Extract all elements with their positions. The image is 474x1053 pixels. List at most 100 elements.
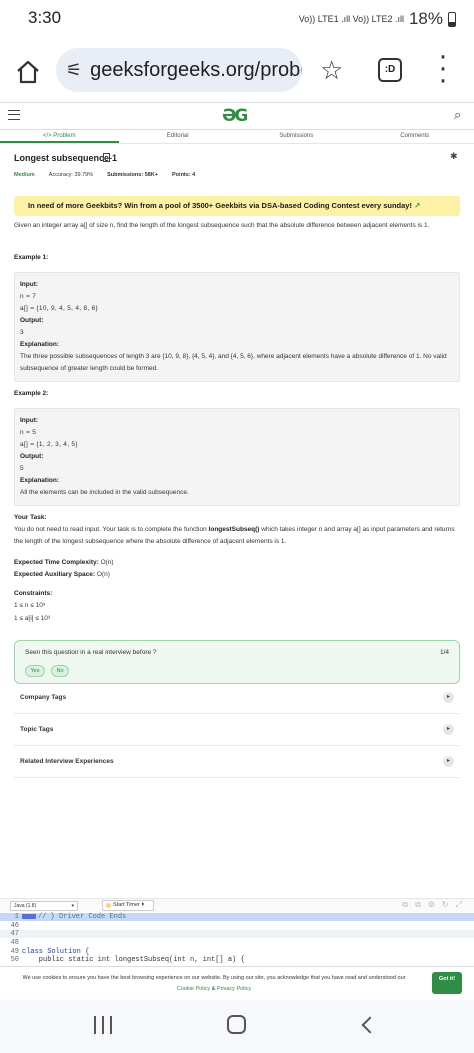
- fold-marker-icon[interactable]: [22, 913, 36, 919]
- example1-array: a[] = {10, 9, 4, 5, 4, 8, 6}: [20, 305, 98, 312]
- problem-description: Given an integer array a[] of size n, fi…: [14, 222, 430, 229]
- points-stat: Points: 4: [172, 172, 196, 178]
- status-indicators: Vo)) LTE1 .ıll Vo)) LTE2 .ıll 18%: [299, 9, 456, 29]
- example2-output-label: Output:: [20, 453, 44, 460]
- task-title: Your Task:: [14, 514, 47, 521]
- interview-question-text: Seen this question in a real interview b…: [25, 649, 157, 656]
- editor-toolbar: Java (1.8) ▾ Start Timer ⏵ ⧉ ⧉ ⚙ ↻ ⤢: [0, 898, 474, 912]
- site-settings-icon[interactable]: ⚟: [66, 60, 82, 81]
- code-line: 1 // } Driver Code Ends: [0, 913, 474, 921]
- banner-text: In need of more Geekbits? Win from a poo…: [28, 201, 412, 210]
- example2-explanation: All the elements can be included in the …: [20, 489, 189, 496]
- editor-tools: ⧉ ⧉ ⚙ ↻ ⤢: [402, 900, 462, 910]
- problem-tabs: </> Problem Editorial Submissions Commen…: [0, 130, 474, 144]
- example1-n: n = 7: [20, 293, 37, 300]
- example2-n: n = 5: [20, 429, 37, 436]
- home-nav-icon[interactable]: [227, 1015, 246, 1034]
- gfg-logo[interactable]: ƏG: [222, 106, 248, 126]
- problem-title: Longest subsequence-1: [14, 153, 118, 163]
- line-number: 50: [10, 956, 19, 964]
- status-time: 3:30: [28, 8, 62, 27]
- cookie-accept-button[interactable]: Got it!: [432, 972, 462, 994]
- example1-explanation: The three possible subsequences of lengt…: [20, 353, 447, 372]
- fullscreen-icon[interactable]: ⤢: [456, 900, 462, 910]
- code-line: 50 public static int longestSubseq(int n…: [0, 956, 474, 964]
- home-icon[interactable]: [14, 58, 42, 86]
- line-number: 47: [10, 930, 19, 938]
- status-bar: 3:30 Vo)) LTE1 .ıll Vo)) LTE2 .ıll 18%: [0, 0, 474, 38]
- example1-input-label: Input:: [20, 281, 39, 288]
- cookie-separator: &: [210, 986, 217, 992]
- space-complexity: Expected Auxiliary Space: O(n): [14, 569, 460, 581]
- example1-output: 3: [20, 329, 24, 336]
- example1-box: Input: n = 7 a[] = {10, 9, 4, 5, 4, 8, 6…: [14, 272, 460, 382]
- constraints-title: Constraints:: [14, 590, 53, 597]
- cookie-policy-link[interactable]: Cookie Policy: [177, 986, 210, 992]
- task-description: You do not need to read input. Your task…: [14, 524, 460, 548]
- no-button[interactable]: No: [51, 665, 69, 677]
- code-line: 48: [0, 939, 474, 947]
- cookie-banner: We use cookies to ensure you have the be…: [0, 966, 474, 1000]
- settings-icon[interactable]: ⚙: [428, 900, 435, 910]
- accordion-topic-tags[interactable]: Topic Tags ▸: [14, 716, 460, 746]
- code-line: 47: [0, 930, 474, 938]
- copy-icon[interactable]: ⧉: [402, 900, 408, 910]
- example2-explanation-label: Explanation:: [20, 477, 60, 484]
- chevron-down-icon: ▾: [71, 903, 74, 909]
- language-value: Java (1.8): [14, 903, 37, 909]
- interview-question-card: Seen this question in a real interview b…: [14, 640, 460, 684]
- yes-button[interactable]: Yes: [25, 665, 45, 677]
- code-text: public static int longestSubseq(int n, i…: [22, 956, 245, 964]
- hamburger-menu-icon[interactable]: [8, 110, 20, 120]
- external-link-icon: ↗: [414, 201, 421, 210]
- system-nav-bar: [0, 1000, 474, 1053]
- timer-icon: [106, 903, 111, 908]
- tab-switcher-button[interactable]: :D: [378, 58, 402, 82]
- search-icon[interactable]: ⌕: [454, 108, 461, 123]
- paste-icon[interactable]: ⧉: [415, 900, 421, 910]
- recent-apps-icon[interactable]: [94, 1016, 112, 1034]
- play-icon: ⏵: [141, 902, 145, 908]
- reset-icon[interactable]: ↻: [442, 900, 449, 910]
- interview-question-counter: 1/4: [439, 649, 449, 656]
- example2-input-label: Input:: [20, 417, 39, 424]
- code-editor[interactable]: 1 // } Driver Code Ends 46 47 48 49 class …: [0, 913, 474, 973]
- line-number: 48: [10, 939, 19, 947]
- example1-output-label: Output:: [20, 317, 44, 324]
- example2-array: a[] = {1, 2, 3, 4, 5}: [20, 441, 78, 448]
- battery-level: 18%: [408, 9, 443, 28]
- accuracy-stat: Accuracy: 39.79%: [48, 172, 94, 178]
- example2-box: Input: n = 5 a[] = {1, 2, 3, 4, 5} Outpu…: [14, 408, 460, 506]
- space-complexity-label: Expected Auxiliary Space:: [14, 571, 96, 578]
- code-text: class Solution {: [22, 948, 90, 956]
- bug-report-icon[interactable]: ✱: [450, 152, 458, 162]
- network-indicator: Vo)) LTE1 .ıll Vo)) LTE2 .ıll: [298, 14, 404, 24]
- accordion-label: Topic Tags: [20, 726, 54, 733]
- line-number: 1: [14, 913, 19, 921]
- start-timer-button[interactable]: Start Timer ⏵: [102, 900, 154, 911]
- tab-comments[interactable]: Comments: [356, 130, 474, 143]
- tab-problem[interactable]: </> Problem: [0, 130, 119, 143]
- timer-label: Start Timer: [113, 902, 140, 908]
- address-bar[interactable]: ⚟ geeksforgeeks.org/probl: [56, 48, 302, 92]
- privacy-policy-link[interactable]: Privacy Policy: [217, 986, 251, 992]
- difficulty-badge: Medium: [14, 172, 35, 178]
- code-text: // } Driver Code Ends: [38, 913, 127, 921]
- browser-menu-icon[interactable]: · · ·: [438, 45, 448, 95]
- cookie-message: We use cookies to ensure you have the be…: [22, 975, 406, 981]
- tab-submissions[interactable]: Submissions: [237, 130, 356, 143]
- task-text-start: You do not need to read input. Your task…: [14, 526, 209, 533]
- constraint-2: 1 ≤ a[i] ≤ 10³: [14, 615, 51, 622]
- cookie-text: We use cookies to ensure you have the be…: [14, 973, 414, 995]
- bookmark-icon[interactable]: [103, 153, 110, 162]
- contest-banner[interactable]: In need of more Geekbits? Win from a poo…: [14, 196, 460, 216]
- example2-title: Example 2:: [14, 390, 49, 397]
- accordion-company-tags[interactable]: Company Tags ▸: [14, 684, 460, 714]
- accordion-interview-experiences[interactable]: Related Interview Experiences ▸: [14, 748, 460, 778]
- back-icon[interactable]: [361, 1016, 379, 1034]
- chevron-right-icon: ▸: [443, 724, 454, 735]
- url-text: geeksforgeeks.org/probl: [90, 58, 302, 81]
- tab-editorial[interactable]: Editorial: [119, 130, 238, 143]
- language-select[interactable]: Java (1.8) ▾: [10, 901, 78, 911]
- bookmark-star-icon[interactable]: ☆: [320, 56, 343, 86]
